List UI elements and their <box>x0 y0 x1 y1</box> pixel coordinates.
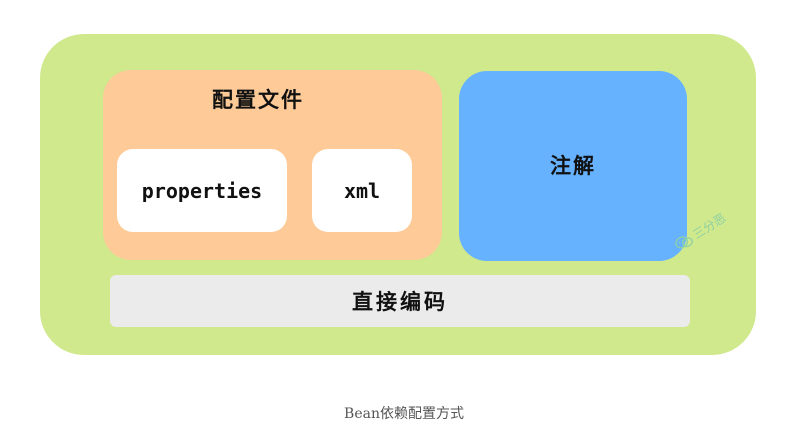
config-file-title: 配置文件 <box>212 88 304 112</box>
properties-chip: properties <box>117 149 287 232</box>
direct-code-bar: 直接编码 <box>110 275 690 327</box>
annotation-label: 注解 <box>550 154 596 178</box>
figure-caption: Bean依赖配置方式 <box>344 406 464 422</box>
xml-chip: xml <box>312 149 412 232</box>
